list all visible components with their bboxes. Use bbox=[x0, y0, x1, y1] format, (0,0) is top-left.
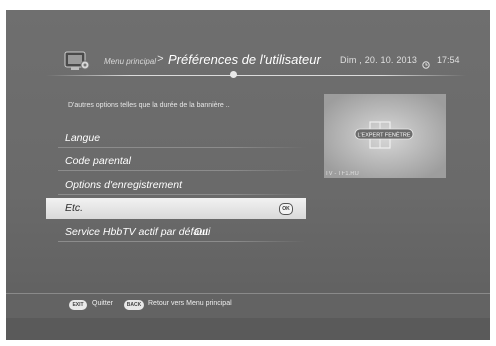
menu-item-divider bbox=[58, 194, 306, 195]
header-divider bbox=[46, 75, 466, 76]
date-display: Dim , 20. 10. 2013 bbox=[340, 55, 418, 65]
menu-item-label: Options d'enregistrement bbox=[65, 179, 182, 191]
exit-hint: Quitter bbox=[92, 300, 114, 307]
menu-item-label: Code parental bbox=[65, 155, 131, 167]
footer-bar: EXIT Quitter BACK Retour vers Menu princ… bbox=[6, 294, 490, 318]
menu-item-label: Etc. bbox=[65, 202, 84, 214]
menu-item-divider bbox=[58, 241, 306, 242]
menu-item-divider bbox=[58, 147, 306, 148]
clock-icon bbox=[422, 56, 430, 69]
breadcrumb-separator: > bbox=[157, 53, 164, 65]
breadcrumb: Menu principal bbox=[104, 57, 157, 66]
menu-item-divider bbox=[58, 170, 306, 171]
header-divider-marker bbox=[230, 71, 237, 78]
preview-watermark: TV - TF1.RU bbox=[325, 171, 359, 177]
tv-menu-screen: Menu principal > Préférences de l'utilis… bbox=[6, 10, 490, 340]
menu-item-label: Langue bbox=[65, 132, 101, 144]
menu-item-code-parental[interactable]: Code parental bbox=[46, 151, 306, 171]
page-title: Préférences de l'utilisateur bbox=[168, 52, 321, 67]
back-key-icon[interactable]: BACK bbox=[124, 300, 144, 310]
menu-item-etc[interactable]: Etc. OK bbox=[46, 198, 306, 219]
preview-image: L'EXPERT FENÊTRE bbox=[324, 94, 446, 178]
header-bar: Menu principal > Préférences de l'utilis… bbox=[6, 48, 490, 76]
menu-item-label: Service HbbTV actif par défaut bbox=[65, 226, 208, 238]
back-hint: Retour vers Menu principal bbox=[148, 300, 232, 307]
menu-item-value: Oui bbox=[194, 226, 211, 238]
exit-key-icon[interactable]: EXIT bbox=[69, 300, 87, 310]
time-display: 17:54 bbox=[437, 55, 460, 65]
preview-logo-text: L'EXPERT FENÊTRE bbox=[357, 131, 410, 139]
live-preview-window: L'EXPERT FENÊTRE TV - TF1.RU bbox=[324, 94, 446, 178]
section-description: D'autres options telles que la durée de … bbox=[68, 102, 230, 109]
ok-button-icon: OK bbox=[279, 203, 293, 215]
menu-item-options-enregistrement[interactable]: Options d'enregistrement bbox=[46, 175, 306, 195]
menu-item-langue[interactable]: Langue bbox=[46, 128, 306, 148]
footer-bottom-band bbox=[6, 318, 490, 340]
settings-tv-icon bbox=[64, 50, 90, 72]
menu-item-hbbtv[interactable]: Service HbbTV actif par défaut Oui bbox=[46, 222, 306, 242]
